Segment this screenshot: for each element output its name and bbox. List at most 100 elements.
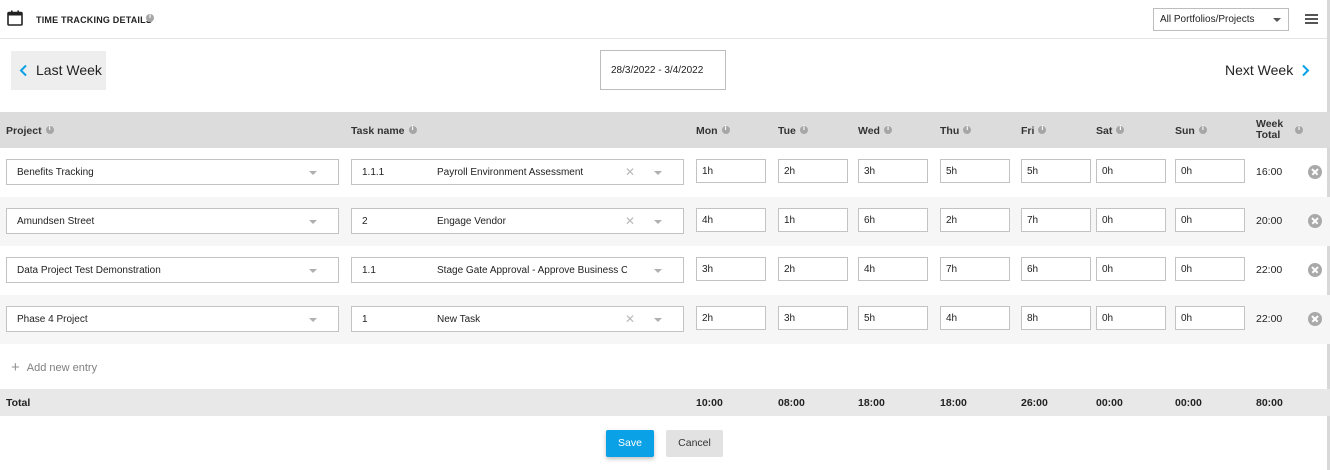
hours-input-wed[interactable]: 6h: [858, 208, 928, 232]
total-week: 80:00: [1256, 397, 1283, 409]
task-id: 1.1: [362, 265, 376, 276]
hours-input-fri[interactable]: 5h: [1021, 159, 1091, 183]
info-icon[interactable]: [963, 125, 972, 134]
totals-row: Total 10:00 08:00 18:00 18:00 26:00 00:0…: [0, 389, 1330, 416]
hours-input-mon[interactable]: 3h: [696, 257, 766, 281]
column-header-sun[interactable]: Sun: [1175, 125, 1207, 137]
info-icon[interactable]: [1038, 125, 1047, 134]
hours-input-wed[interactable]: 5h: [858, 306, 928, 330]
hours-input-fri[interactable]: 6h: [1021, 257, 1091, 281]
remove-row-icon[interactable]: [1308, 312, 1322, 326]
hours-input-sun[interactable]: 0h: [1175, 306, 1245, 330]
cancel-button[interactable]: Cancel: [666, 430, 723, 457]
column-header-mon[interactable]: Mon: [696, 125, 730, 137]
project-value: Phase 4 Project: [17, 314, 88, 325]
task-name: New Task: [437, 314, 481, 325]
info-icon[interactable]: [1116, 125, 1125, 134]
add-new-entry-label: Add new entry: [26, 362, 98, 374]
total-tue: 08:00: [778, 397, 805, 409]
hours-input-tue[interactable]: 2h: [778, 257, 848, 281]
task-select[interactable]: 1 New Task ✕: [351, 306, 684, 332]
hours-input-thu[interactable]: 2h: [940, 208, 1010, 232]
project-select[interactable]: Benefits Tracking: [6, 159, 339, 185]
info-icon[interactable]: [45, 125, 54, 134]
last-week-label: Last Week: [36, 62, 102, 78]
portfolio-filter-select[interactable]: All Portfolios/Projects: [1153, 8, 1289, 31]
task-select[interactable]: 1.1.1 Payroll Environment Assessment ✕: [351, 159, 684, 185]
save-button[interactable]: Save: [606, 430, 654, 457]
info-icon[interactable]: [1295, 125, 1303, 134]
hours-input-sat[interactable]: 0h: [1096, 159, 1166, 183]
task-name: Stage Gate Approval - Approve Business C…: [437, 265, 627, 276]
hours-input-mon[interactable]: 1h: [696, 159, 766, 183]
info-icon[interactable]: [408, 125, 417, 134]
clear-icon[interactable]: ✕: [625, 214, 635, 228]
next-week-button[interactable]: Next Week: [1212, 51, 1317, 90]
hours-input-mon[interactable]: 4h: [696, 208, 766, 232]
hours-input-sun[interactable]: 0h: [1175, 257, 1245, 281]
remove-row-icon[interactable]: [1308, 263, 1322, 277]
table-row: Benefits Tracking 1.1.1 Payroll Environm…: [0, 148, 1330, 197]
hours-input-fri[interactable]: 7h: [1021, 208, 1091, 232]
column-header-wed[interactable]: Wed: [858, 125, 892, 137]
table-row: Phase 4 Project 1 New Task ✕ 2h 3h 5h 4h 8h 0…: [0, 295, 1330, 344]
table-row: Amundsen Street 2 Engage Vendor ✕ 4h 1h 6h…: [0, 197, 1330, 246]
task-name: Engage Vendor: [437, 216, 506, 227]
hours-input-wed[interactable]: 3h: [858, 159, 928, 183]
info-icon[interactable]: [1198, 125, 1207, 134]
last-week-button[interactable]: Last Week: [11, 51, 106, 90]
hours-input-sat[interactable]: 0h: [1096, 208, 1166, 232]
hours-input-mon[interactable]: 2h: [696, 306, 766, 330]
caret-down-icon: [309, 220, 317, 224]
total-sun: 00:00: [1175, 397, 1202, 409]
project-select[interactable]: Phase 4 Project: [6, 306, 339, 332]
total-fri: 26:00: [1021, 397, 1048, 409]
task-select[interactable]: 2 Engage Vendor ✕: [351, 208, 684, 234]
hours-input-sun[interactable]: 0h: [1175, 159, 1245, 183]
row-week-total: 22:00: [1256, 264, 1283, 276]
task-select[interactable]: 1.1 Stage Gate Approval - Approve Busine…: [351, 257, 684, 283]
add-new-entry-button[interactable]: + Add new entry: [11, 359, 97, 376]
total-wed: 18:00: [858, 397, 885, 409]
hours-input-sat[interactable]: 0h: [1096, 257, 1166, 281]
column-header-fri[interactable]: Fri: [1021, 125, 1047, 137]
column-header-sat[interactable]: Sat: [1096, 125, 1125, 137]
page-title: TIME TRACKING DETAILS: [36, 15, 153, 25]
hours-input-fri[interactable]: 8h: [1021, 306, 1091, 330]
hours-input-tue[interactable]: 2h: [778, 159, 848, 183]
row-week-total: 22:00: [1256, 313, 1283, 325]
hours-input-sat[interactable]: 0h: [1096, 306, 1166, 330]
remove-row-icon[interactable]: [1308, 165, 1322, 179]
caret-down-icon: [309, 269, 317, 273]
hours-input-tue[interactable]: 1h: [778, 208, 848, 232]
total-mon: 10:00: [696, 397, 723, 409]
hours-input-wed[interactable]: 4h: [858, 257, 928, 281]
hamburger-menu-icon[interactable]: [1305, 14, 1318, 24]
hours-input-thu[interactable]: 7h: [940, 257, 1010, 281]
column-header-week-total[interactable]: Week Total: [1256, 119, 1283, 141]
info-icon[interactable]: [883, 125, 892, 134]
project-select[interactable]: Data Project Test Demonstration: [6, 257, 339, 283]
date-range-picker[interactable]: 28/3/2022 - 3/4/2022: [600, 50, 726, 90]
column-header-thu[interactable]: Thu: [940, 125, 972, 137]
table-row: Data Project Test Demonstration 1.1 Stag…: [0, 246, 1330, 295]
info-icon[interactable]: [721, 125, 730, 134]
column-header-tue[interactable]: Tue: [778, 125, 808, 137]
caret-down-icon: [654, 269, 662, 273]
column-header-task-name[interactable]: Task name: [351, 125, 417, 137]
info-icon[interactable]: [146, 13, 154, 22]
hours-input-thu[interactable]: 4h: [940, 306, 1010, 330]
remove-row-icon[interactable]: [1308, 214, 1322, 228]
hours-input-sun[interactable]: 0h: [1175, 208, 1245, 232]
row-week-total: 20:00: [1256, 215, 1283, 227]
clear-icon[interactable]: ✕: [625, 165, 635, 179]
info-icon[interactable]: [799, 125, 808, 134]
column-header-project[interactable]: Project: [6, 125, 54, 137]
row-week-total: 16:00: [1256, 166, 1283, 178]
caret-down-icon: [1273, 18, 1281, 22]
project-select[interactable]: Amundsen Street: [6, 208, 339, 234]
clear-icon[interactable]: ✕: [625, 312, 635, 326]
hours-input-tue[interactable]: 3h: [778, 306, 848, 330]
hours-input-thu[interactable]: 5h: [940, 159, 1010, 183]
caret-down-icon: [654, 171, 662, 175]
